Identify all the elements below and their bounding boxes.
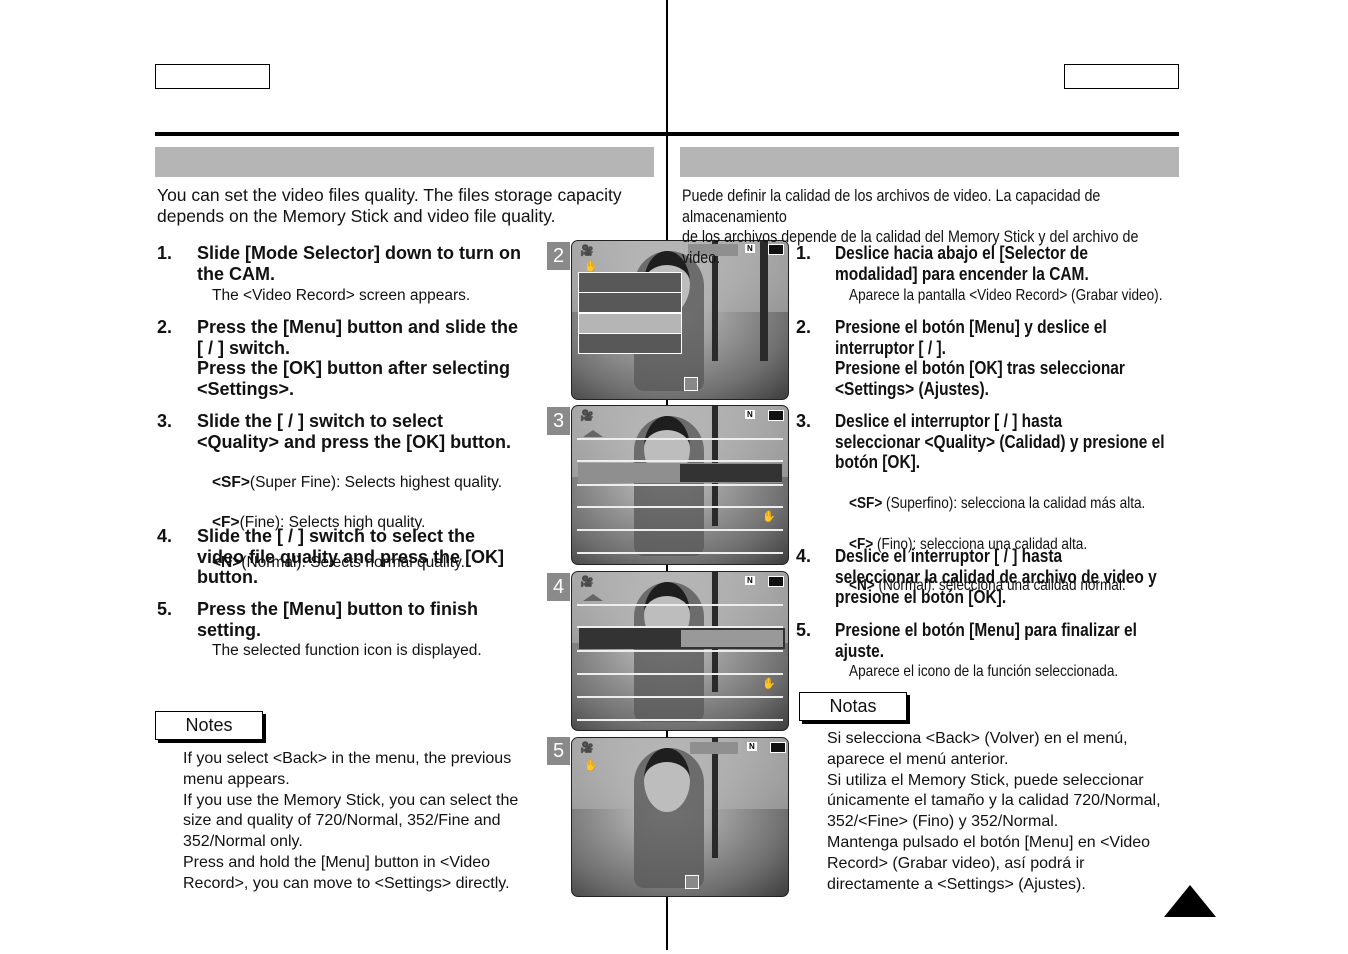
anti-shake-icon: ✋ bbox=[762, 511, 776, 523]
menu-item[interactable] bbox=[578, 333, 682, 354]
step-text: Deslice el interruptor [ / ] hasta selec… bbox=[835, 546, 1157, 607]
video-camera-icon: 🎥 bbox=[580, 742, 594, 754]
menu-item[interactable] bbox=[578, 292, 682, 313]
step-text: Slide [Mode Selector] down to turn on th… bbox=[197, 243, 521, 284]
step-number: 4. bbox=[157, 526, 173, 546]
anti-shake-icon: ✋ bbox=[762, 678, 776, 690]
step-note: Aparece la pantalla <Video Record> (Grab… bbox=[849, 287, 1163, 304]
screen-label: 4 bbox=[547, 573, 570, 601]
notes-text-en: If you select <Back> in the menu, the pr… bbox=[183, 750, 519, 892]
scroll-up-icon[interactable] bbox=[583, 594, 603, 601]
quality-option-selected[interactable] bbox=[579, 628, 785, 649]
step-text: Press the [Menu] button to finish settin… bbox=[197, 599, 478, 640]
notes-text-es: Si selecciona <Back> (Volver) en el menú… bbox=[827, 730, 1161, 893]
step-number: 5. bbox=[796, 620, 812, 640]
battery-icon bbox=[770, 742, 786, 753]
memory-stick-icon: N bbox=[747, 742, 757, 751]
option-key: <SF> bbox=[212, 474, 250, 491]
anti-shake-icon: ✋ bbox=[584, 760, 598, 772]
screen-label: 3 bbox=[547, 407, 570, 435]
step-note: The <Video Record> screen appears. bbox=[212, 287, 471, 304]
step-text: Slide the [ / ] switch to select <Qualit… bbox=[197, 411, 512, 452]
step-number: 5. bbox=[157, 599, 173, 619]
quality-row-selected[interactable] bbox=[578, 463, 782, 483]
step-text: Presione el botón [Menu] para finalizar … bbox=[835, 620, 1137, 661]
record-indicator bbox=[684, 377, 698, 391]
language-tag-box-right bbox=[1064, 64, 1179, 89]
step-text: Deslice el interruptor [ / ] hasta selec… bbox=[835, 411, 1165, 472]
scroll-up-icon[interactable] bbox=[583, 430, 603, 437]
step-number: 4. bbox=[796, 546, 812, 566]
step-number: 3. bbox=[157, 411, 173, 431]
notes-title-es: Notas bbox=[799, 692, 907, 721]
step-text: Slide the [ / ] switch to select the vid… bbox=[197, 526, 505, 587]
step-number: 2. bbox=[796, 317, 812, 337]
screen-5-result: 🎥 ✋ N bbox=[571, 737, 789, 897]
notes-title-en: Notes bbox=[155, 711, 263, 740]
step-note: The selected function icon is displayed. bbox=[212, 642, 482, 659]
option-key: <SF> bbox=[849, 494, 883, 512]
section-header-bar-es bbox=[680, 147, 1179, 177]
screen-4-quality: 🎥 N ✋ bbox=[571, 571, 789, 731]
option-desc: (Super Fine): Selects highest quality. bbox=[249, 474, 503, 491]
memory-stick-icon: N bbox=[745, 410, 755, 419]
video-camera-icon: 🎥 bbox=[580, 410, 594, 422]
battery-icon bbox=[768, 410, 784, 421]
video-camera-icon: 🎥 bbox=[580, 576, 594, 588]
step-number: 1. bbox=[796, 243, 812, 263]
intro-en: You can set the video files quality. The… bbox=[157, 185, 622, 226]
step-text: Press the [Menu] button and slide the [ … bbox=[197, 317, 519, 399]
record-indicator bbox=[685, 875, 699, 889]
memory-stick-icon: N bbox=[745, 576, 755, 585]
battery-icon bbox=[768, 576, 784, 587]
screen-3-settings: 🎥 N ✋ bbox=[571, 405, 789, 565]
language-tag-box-left bbox=[155, 64, 270, 89]
step-text: Deslice hacia abajo el [Selector de moda… bbox=[835, 243, 1089, 284]
step-note: Aparece el icono de la función seleccion… bbox=[849, 663, 1119, 680]
step-text: Presione el botón [Menu] y deslice el in… bbox=[835, 317, 1125, 399]
step-number: 1. bbox=[157, 243, 173, 263]
section-header-bar-en bbox=[155, 147, 654, 177]
option-desc: (Superfino): selecciona la calidad más a… bbox=[882, 494, 1146, 512]
header-rule bbox=[155, 132, 1179, 136]
manual-page: You can set the video files quality. The… bbox=[0, 0, 1348, 954]
video-camera-icon: 🎥 bbox=[580, 245, 594, 257]
menu-item[interactable] bbox=[578, 272, 682, 293]
step-number: 2. bbox=[157, 317, 173, 337]
status-bar bbox=[690, 742, 738, 754]
triangle-up-icon bbox=[1164, 885, 1216, 917]
menu-item-selected[interactable] bbox=[578, 313, 682, 334]
screen-label: 5 bbox=[547, 737, 570, 765]
screen-label: 2 bbox=[547, 242, 570, 270]
step-number: 3. bbox=[796, 411, 812, 431]
